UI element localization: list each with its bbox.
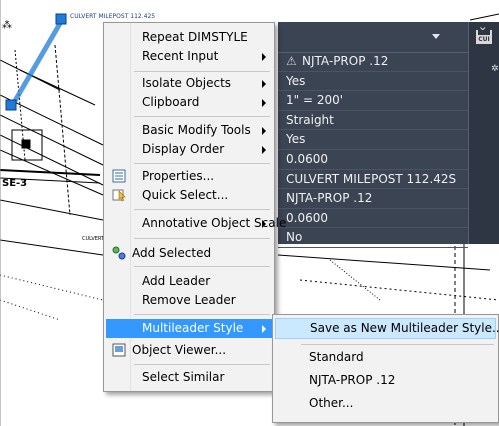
menu-item-isolate-objects[interactable]: Isolate Objects [106,74,272,93]
menu-item-repeat-dimstyle[interactable]: Repeat DIMSTYLE [106,28,272,47]
property-row[interactable]: CULVERT MILEPOST 112.42S [278,170,468,190]
style-icon: ⚠ [286,54,297,68]
menu-separator [134,238,270,239]
menu-item-add-leader[interactable]: Add Leader [106,272,272,291]
submenu-item-other[interactable]: Other... [275,394,496,413]
menu-separator [134,163,270,164]
quick-select-icon [112,189,126,202]
submenu-arrow-icon [262,127,266,135]
menu-separator [134,71,270,72]
property-row[interactable]: 0.0600 [278,209,468,229]
menu-item-select-similar[interactable]: Select Similar [106,368,272,387]
submenu-arrow-icon [262,325,266,333]
menu-item-clipboard[interactable]: Clipboard [106,93,272,112]
submenu-arrow-icon [262,53,266,61]
menu-item-recent-input[interactable]: Recent Input [106,47,272,66]
submenu-item-njta-prop[interactable]: NJTA-PROP .12 [275,371,496,390]
menu-item-basic-modify-tools[interactable]: Basic Modify Tools [106,121,272,140]
submenu-arrow-icon [262,99,266,107]
property-row[interactable]: 0.0600 [278,150,468,170]
palette-sidebar: ✕ CUI ✲ [468,22,499,244]
property-row[interactable]: NJTA-PROP .12 [278,189,468,209]
chevron-down-icon[interactable] [432,34,440,39]
menu-separator [301,344,494,345]
property-row-style[interactable]: ⚠ NJTA-PROP .12 [278,52,468,72]
submenu-arrow-icon [262,80,266,88]
menu-item-multileader-style[interactable]: Multileader Style [106,319,272,338]
properties-icon [112,169,126,183]
property-row[interactable]: No [278,228,468,248]
submenu-arrow-icon [262,146,266,154]
menu-item-object-viewer[interactable]: Object Viewer... [106,341,272,360]
svg-text:⁂: ⁂ [2,19,12,31]
menu-separator [134,116,270,117]
menu-item-quick-select[interactable]: Quick Select... [106,186,272,205]
menu-separator [134,266,270,267]
culvert-label: CULVERT [82,236,105,242]
property-row[interactable]: Yes [278,72,468,92]
menu-item-display-order[interactable]: Display Order [106,140,272,159]
submenu-item-standard[interactable]: Standard [275,348,496,367]
grip-end [5,99,17,111]
tooltip-label: CULVERT MILEPOST 112.425 [70,13,155,20]
context-menu: Repeat DIMSTYLE Recent Input Isolate Obj… [103,22,286,392]
menu-item-add-selected[interactable]: Add Selected [106,244,272,263]
section-label: SE-3 [2,178,27,189]
submenu-arrow-icon [262,220,266,228]
property-row[interactable]: Yes [278,130,468,150]
menu-item-remove-leader[interactable]: Remove Leader [106,291,272,310]
property-rows: ⚠ NJTA-PROP .12 Yes 1" = 200' Straight Ye… [278,52,468,248]
property-row[interactable]: Straight [278,111,468,131]
properties-palette: ✕ CUI ✲ ⚠NJTA-PROP .12 Yes 1" = 200' Str… [278,22,499,248]
add-selected-icon [112,246,126,260]
menu-item-annotative-object-scale[interactable]: Annotative Object Scale [106,214,286,233]
menu-separator [134,364,270,365]
menu-separator [134,314,270,315]
submenu-item-save-as-new[interactable]: Save as New Multileader Style... [275,318,499,339]
property-row[interactable]: 1" = 200' [278,91,468,111]
object-type-dropdown[interactable] [278,22,468,53]
menu-separator [134,209,270,210]
cui-icon[interactable]: CUI [476,30,492,44]
menu-item-properties[interactable]: Properties... [106,167,272,186]
object-viewer-icon [112,343,126,357]
grip-start [55,13,67,25]
multileader-style-submenu: Save as New Multileader Style... Standar… [272,314,499,423]
gear-icon[interactable]: ✲ [491,64,499,74]
